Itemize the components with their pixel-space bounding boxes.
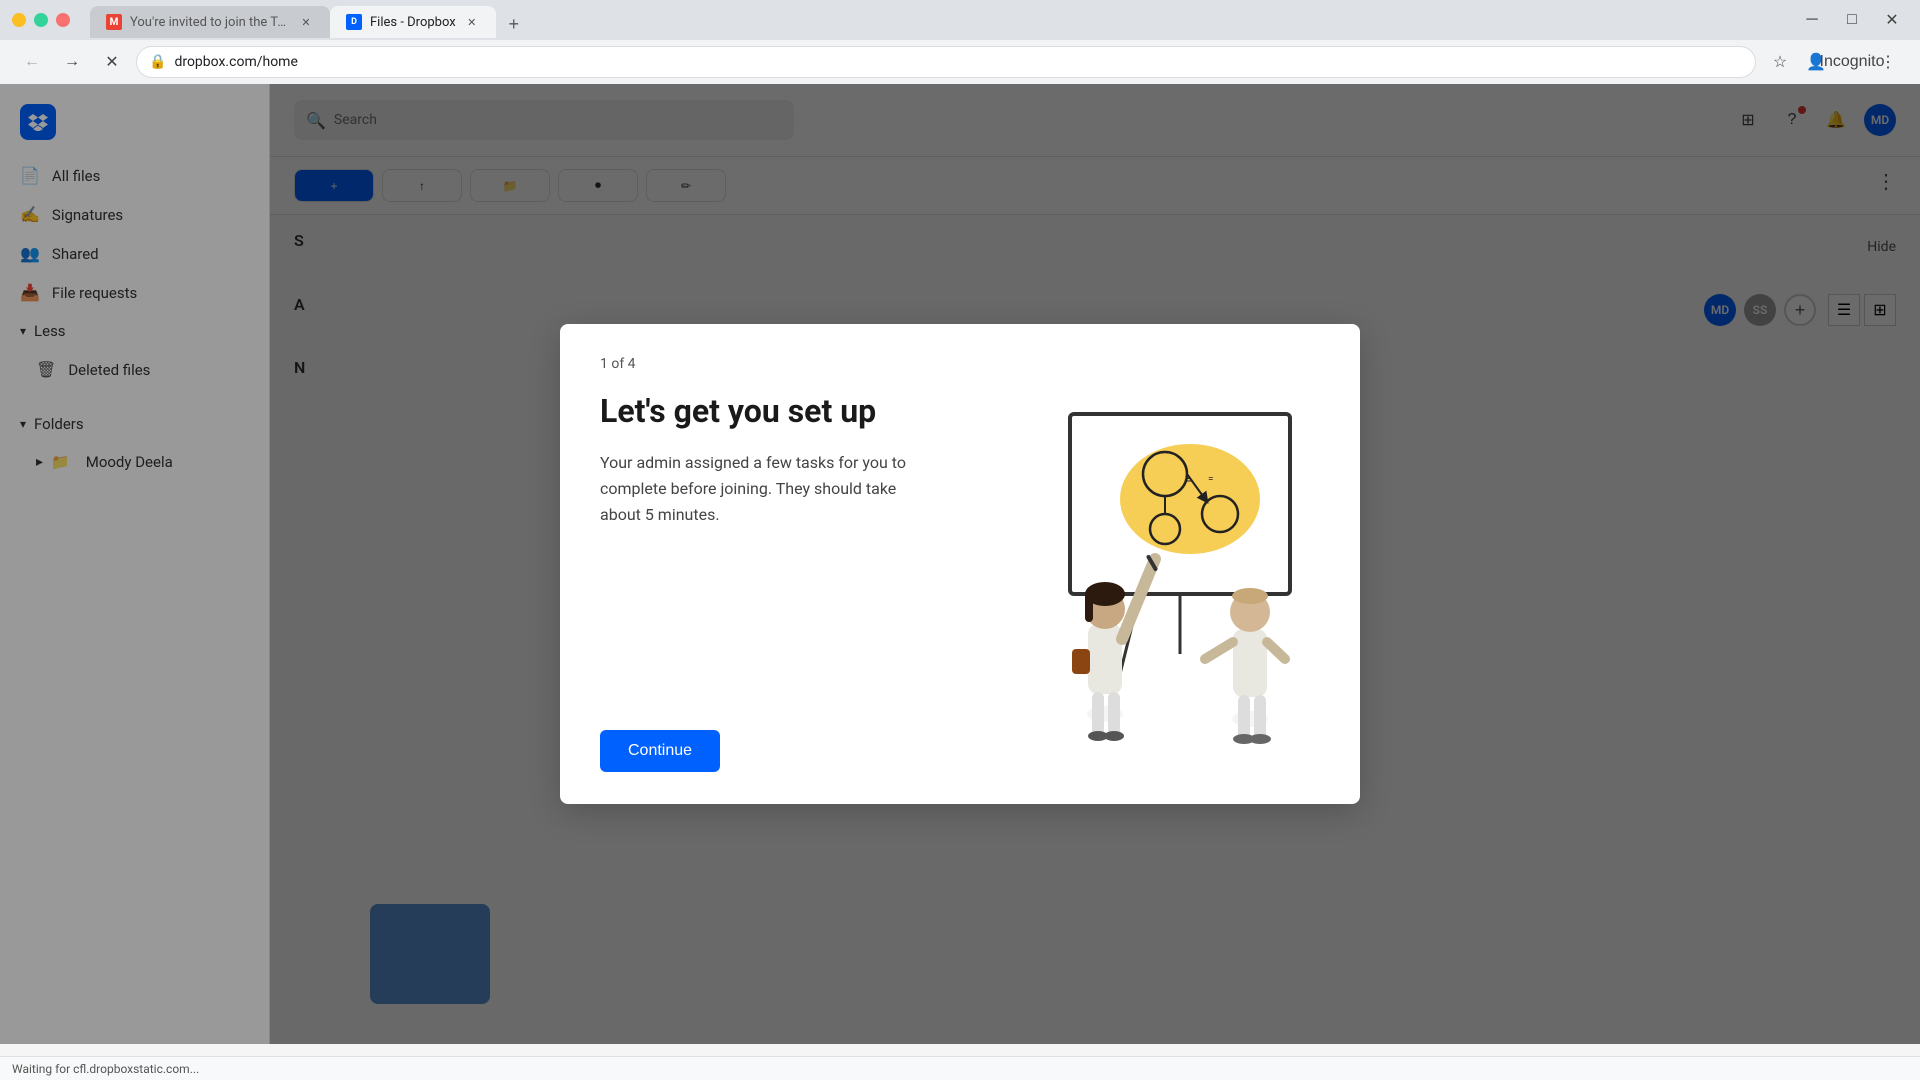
tab-dropbox-close[interactable]: ✕ [464,14,480,30]
menu-button[interactable]: ⋮ [1872,46,1904,78]
modal-title: Let's get you set up [600,392,940,430]
tab-gmail[interactable]: M You're invited to join the Team... ✕ [90,6,330,38]
svg-text:=: = [1208,474,1214,485]
tab-gmail-close[interactable]: ✕ [298,14,314,30]
forward-button[interactable]: → [56,46,88,78]
modal-counter: 1 of 4 [600,356,940,372]
window-controls [12,13,70,27]
reload-button[interactable]: ✕ [96,46,128,78]
modal-right-panel: = = [980,356,1320,772]
dropbox-favicon-icon: D [346,14,362,30]
new-tab-button[interactable]: + [500,10,528,38]
nav-actions: ☆ 👤 Incognito ⋮ [1764,46,1904,78]
maximize-button[interactable] [34,13,48,27]
tab-dropbox-title: Files - Dropbox [370,15,456,30]
incognito-label: Incognito [1836,46,1868,78]
close-window-button[interactable]: ✕ [1876,4,1908,36]
modal-left-panel: 1 of 4 Let's get you set up Your admin a… [600,356,940,772]
bookmark-button[interactable]: ☆ [1764,46,1796,78]
window-action-controls: ─ □ ✕ [1780,4,1908,36]
close-button[interactable] [56,13,70,27]
status-bar: Waiting for cfl.dropboxstatic.com... [0,1056,1920,1080]
tabs-bar: M You're invited to join the Team... ✕ D… [82,2,1780,38]
status-text: Waiting for cfl.dropboxstatic.com... [12,1062,199,1076]
address-bar[interactable]: 🔒 dropbox.com/home [136,46,1756,78]
modal-description: Your admin assigned a few tasks for you … [600,450,940,527]
title-bar: M You're invited to join the Team... ✕ D… [0,0,1920,40]
nav-bar: ← → ✕ 🔒 dropbox.com/home ☆ 👤 Incognito ⋮ [0,40,1920,84]
gmail-favicon-icon: M [106,14,122,30]
svg-text:=: = [1185,473,1192,487]
back-button[interactable]: ← [16,46,48,78]
modal-content: 1 of 4 Let's get you set up Your admin a… [560,324,1360,804]
tab-dropbox[interactable]: D Files - Dropbox ✕ [330,6,496,38]
lock-icon: 🔒 [149,54,166,70]
minimize-window-button[interactable]: ─ [1796,4,1828,36]
browser-chrome: M You're invited to join the Team... ✕ D… [0,0,1920,84]
onboarding-illustration: = = [990,384,1310,744]
restore-window-button[interactable]: □ [1836,4,1868,36]
main-layout: 📄 All files ✍ Signatures 👥 Shared 📥 File… [0,84,1920,1044]
url-text: dropbox.com/home [174,54,1743,70]
minimize-button[interactable] [12,13,26,27]
tab-gmail-title: You're invited to join the Team... [130,15,290,30]
continue-button[interactable]: Continue [600,730,720,772]
setup-modal: 1 of 4 Let's get you set up Your admin a… [560,324,1360,804]
